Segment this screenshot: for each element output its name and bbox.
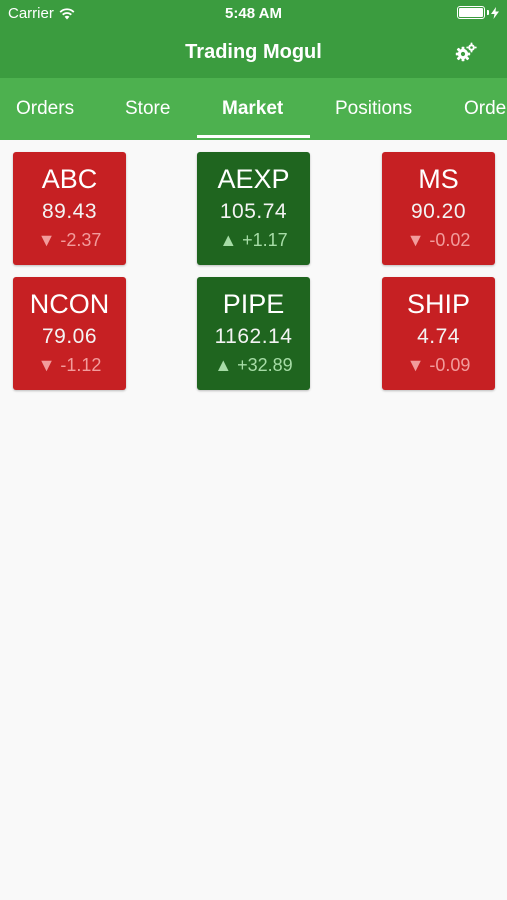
stock-price: 105.74 xyxy=(219,200,288,223)
stock-symbol: AEXP xyxy=(217,164,290,194)
stock-change: ▼ -0.09 xyxy=(406,355,471,375)
stock-price: 1162.14 xyxy=(214,325,293,348)
gears-icon[interactable] xyxy=(455,42,477,64)
stock-symbol: MS xyxy=(418,164,459,194)
status-bar: Carrier 5:48 AM xyxy=(0,0,507,28)
app-title: Trading Mogul xyxy=(185,41,322,63)
tab-bar: Orders Store Market Positions Orders xyxy=(0,78,507,140)
navigation-bar: Trading Mogul xyxy=(0,28,507,78)
stock-card-ms[interactable]: MS 90.20 ▼ -0.02 xyxy=(382,152,495,265)
stock-card-abc[interactable]: ABC 89.43 ▼ -2.37 xyxy=(13,152,126,265)
stock-change: ▲ +1.17 xyxy=(219,230,288,250)
status-time: 5:48 AM xyxy=(225,5,282,22)
stock-price: 79.06 xyxy=(41,325,98,348)
tab-orders[interactable]: Orders xyxy=(16,78,74,140)
stock-symbol: NCON xyxy=(29,289,110,319)
stock-price: 89.43 xyxy=(41,200,98,223)
stock-price: 4.74 xyxy=(417,325,460,348)
stock-price: 90.20 xyxy=(410,200,467,223)
stock-change: ▼ -0.02 xyxy=(406,230,471,250)
active-tab-indicator xyxy=(197,135,310,138)
stock-card-pipe[interactable]: PIPE 1162.14 ▲ +32.89 xyxy=(197,277,310,390)
battery-icon xyxy=(457,6,499,19)
stock-symbol: ABC xyxy=(41,164,98,194)
stock-change: ▲ +32.89 xyxy=(214,355,293,375)
stock-change: ▼ -1.12 xyxy=(37,355,102,375)
tab-orders-secondary[interactable]: Orders xyxy=(464,78,507,140)
stock-card-ship[interactable]: SHIP 4.74 ▼ -0.09 xyxy=(382,277,495,390)
stock-change: ▼ -2.37 xyxy=(37,230,102,250)
tab-store[interactable]: Store xyxy=(125,78,170,140)
tab-market[interactable]: Market xyxy=(222,78,283,140)
charging-bolt-icon xyxy=(491,6,499,19)
stock-card-aexp[interactable]: AEXP 105.74 ▲ +1.17 xyxy=(197,152,310,265)
stock-symbol: PIPE xyxy=(222,289,285,319)
tab-positions[interactable]: Positions xyxy=(335,78,412,140)
stock-symbol: SHIP xyxy=(406,289,471,319)
stock-card-ncon[interactable]: NCON 79.06 ▼ -1.12 xyxy=(13,277,126,390)
